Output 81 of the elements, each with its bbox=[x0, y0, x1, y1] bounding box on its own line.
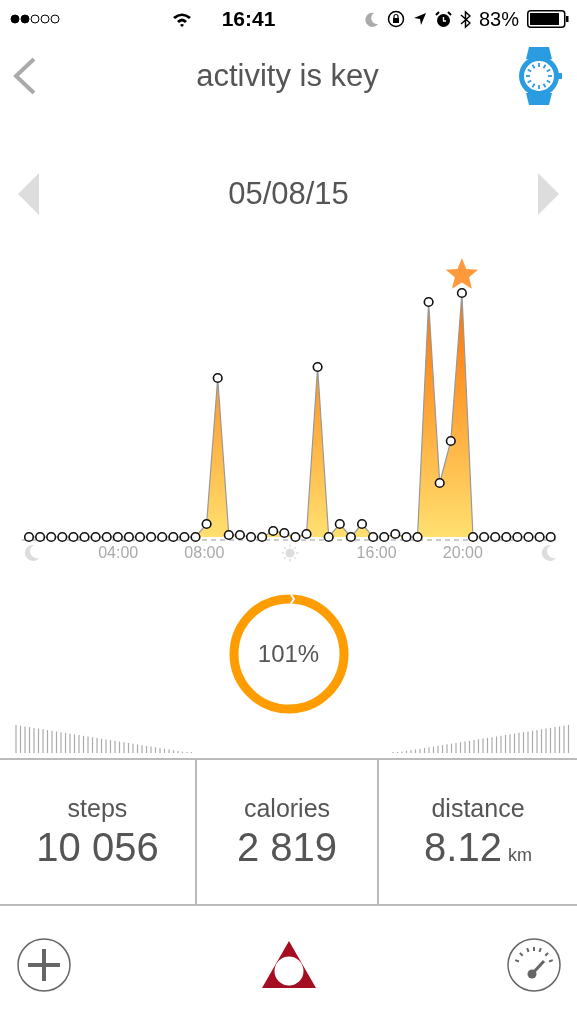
data-point bbox=[57, 531, 68, 543]
data-point bbox=[90, 531, 101, 543]
data-point bbox=[257, 531, 268, 543]
data-point bbox=[179, 531, 190, 543]
data-point bbox=[223, 529, 234, 541]
star-icon bbox=[445, 258, 479, 289]
add-button[interactable] bbox=[16, 937, 72, 993]
bluetooth-icon bbox=[459, 9, 471, 29]
signal-icon bbox=[10, 14, 60, 24]
data-point bbox=[146, 531, 157, 543]
date-label: 05/08/15 bbox=[228, 176, 349, 212]
moon-icon bbox=[364, 11, 379, 27]
triangle-logo-icon[interactable] bbox=[261, 941, 317, 989]
speedometer-button[interactable] bbox=[506, 937, 562, 993]
data-point bbox=[534, 531, 545, 543]
data-point bbox=[401, 531, 412, 543]
data-point bbox=[323, 531, 334, 543]
data-point bbox=[434, 477, 445, 489]
data-point bbox=[234, 529, 245, 541]
data-point bbox=[423, 296, 434, 308]
sun-icon bbox=[281, 544, 300, 562]
wifi-icon bbox=[172, 11, 192, 27]
battery-percent: 83% bbox=[478, 7, 519, 31]
time-axis-label: 20:00 bbox=[442, 544, 483, 562]
location-arrow-icon bbox=[412, 12, 427, 26]
data-point bbox=[268, 525, 279, 537]
data-point bbox=[201, 518, 212, 530]
data-point bbox=[190, 531, 201, 543]
time-axis-label: 04:00 bbox=[98, 544, 139, 562]
data-point bbox=[23, 531, 35, 543]
data-point bbox=[467, 531, 479, 543]
rotation-lock-icon bbox=[386, 10, 405, 28]
stat-label: steps bbox=[67, 794, 128, 823]
data-point bbox=[512, 531, 523, 543]
time-axis-label: 16:00 bbox=[356, 544, 397, 562]
data-point bbox=[245, 531, 257, 543]
data-point bbox=[168, 531, 179, 543]
data-point bbox=[545, 531, 556, 543]
data-point bbox=[445, 435, 456, 447]
data-point bbox=[123, 531, 134, 543]
status-time: 16:41 bbox=[221, 7, 276, 31]
data-point bbox=[345, 531, 356, 543]
data-point bbox=[523, 531, 534, 543]
data-point bbox=[456, 287, 467, 299]
watch-icon[interactable] bbox=[517, 47, 563, 105]
stat-value: 8.12 bbox=[424, 825, 502, 870]
data-point bbox=[334, 518, 345, 530]
moon-icon bbox=[24, 544, 41, 562]
data-point bbox=[368, 531, 379, 543]
data-point bbox=[101, 531, 112, 543]
data-point bbox=[112, 531, 123, 543]
stat-value: 10 056 bbox=[36, 825, 159, 870]
data-point bbox=[134, 531, 146, 543]
data-point bbox=[301, 528, 312, 540]
stat-value: 2 819 bbox=[236, 825, 338, 870]
data-point bbox=[68, 531, 79, 543]
screen-title: activity is key bbox=[196, 58, 379, 94]
data-point bbox=[46, 531, 57, 543]
data-point bbox=[290, 531, 301, 543]
stat-label: calories bbox=[243, 794, 331, 823]
data-point bbox=[212, 372, 223, 384]
battery-icon bbox=[527, 10, 569, 28]
stat-unit: km bbox=[507, 845, 532, 866]
goal-percent: 101% bbox=[257, 640, 320, 668]
alarm-clock-icon bbox=[434, 10, 452, 28]
moon-icon bbox=[540, 544, 557, 562]
back-button[interactable] bbox=[12, 57, 38, 95]
data-point bbox=[501, 531, 512, 543]
stat-label: distance bbox=[431, 794, 525, 823]
data-point bbox=[379, 531, 390, 543]
data-point bbox=[79, 531, 90, 543]
data-point bbox=[412, 531, 423, 543]
data-point bbox=[279, 527, 290, 539]
data-point bbox=[356, 518, 368, 530]
data-point bbox=[479, 531, 490, 543]
data-point bbox=[157, 531, 168, 543]
data-point bbox=[312, 361, 323, 373]
data-point bbox=[490, 531, 501, 543]
time-axis-label: 08:00 bbox=[184, 544, 225, 562]
data-point bbox=[390, 528, 401, 540]
data-point bbox=[35, 531, 46, 543]
